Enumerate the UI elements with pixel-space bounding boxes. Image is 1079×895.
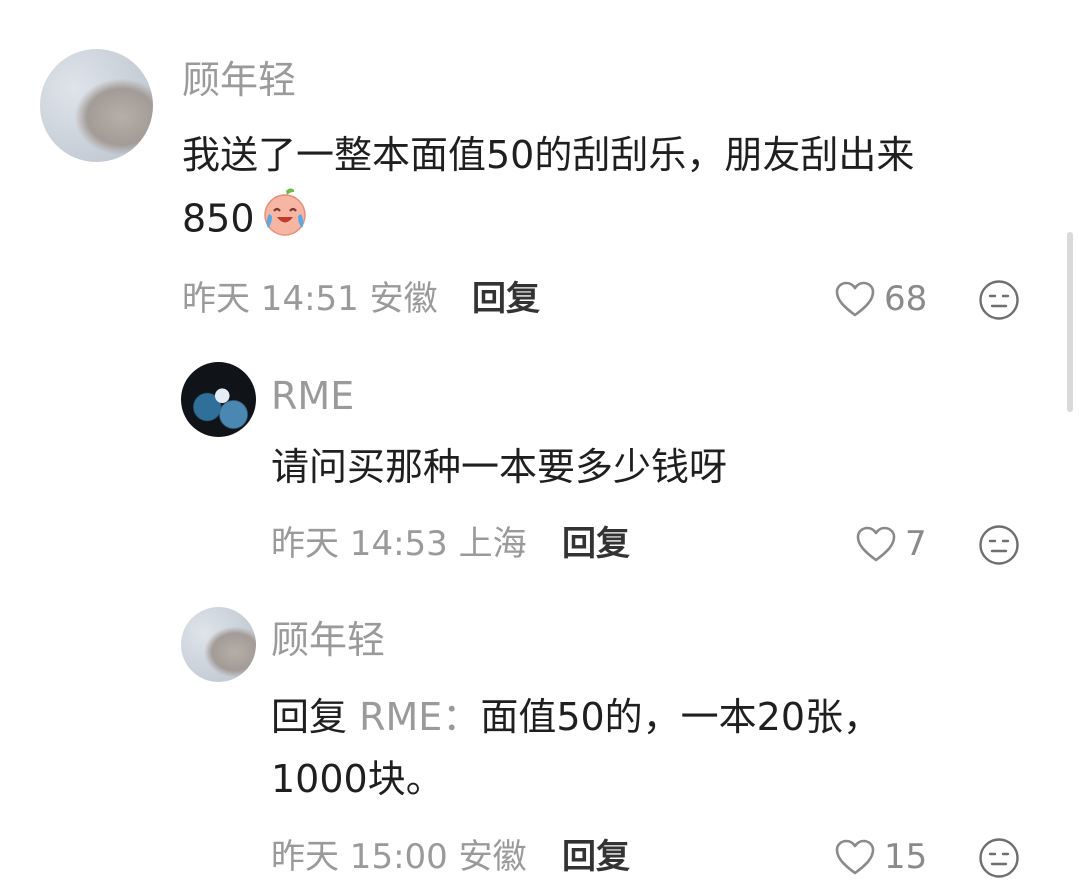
comment-text-line: 回复 RME：面值50的，一本20张， bbox=[271, 686, 881, 748]
reply-prefix: 回复 bbox=[271, 695, 348, 739]
comment-text-line-1: 面值50的，一本20张， bbox=[480, 695, 882, 739]
heart-outline-icon bbox=[856, 526, 896, 562]
reply-to-username[interactable]: RME： bbox=[359, 695, 480, 739]
comment-text: 回复 RME：面值50的，一本20张， 1000块。 bbox=[271, 686, 881, 810]
neutral-face-icon bbox=[979, 838, 1019, 878]
avatar[interactable] bbox=[40, 49, 153, 162]
like-button[interactable]: 7 bbox=[855, 524, 927, 564]
like-count: 15 bbox=[884, 837, 928, 877]
dislike-button[interactable] bbox=[978, 837, 1020, 883]
neutral-face-icon bbox=[979, 280, 1019, 320]
crying-laughing-peach-emoji bbox=[259, 186, 311, 256]
comment-text: 我送了一整本面值50的刮刮乐，朋友刮出来 850 bbox=[182, 124, 914, 256]
avatar[interactable] bbox=[181, 607, 256, 682]
username[interactable]: RME bbox=[271, 374, 354, 418]
username[interactable]: 顾年轻 bbox=[271, 618, 385, 662]
comment-meta: 昨天 14:51 安徽 bbox=[182, 279, 438, 319]
reply-button[interactable]: 回复 bbox=[562, 524, 630, 564]
dislike-button[interactable] bbox=[978, 524, 1020, 570]
comment-meta: 昨天 15:00 安徽 bbox=[271, 837, 527, 877]
heart-outline-icon bbox=[835, 839, 875, 875]
comment-text-line: 850 bbox=[182, 186, 914, 256]
comment-text-line-2: 850 bbox=[182, 196, 255, 241]
scrollbar[interactable] bbox=[1067, 232, 1073, 412]
comment-text-line: 我送了一整本面值50的刮刮乐，朋友刮出来 bbox=[182, 133, 915, 177]
like-count: 68 bbox=[884, 279, 928, 319]
comment-text: 请问买那种一本要多少钱呀 bbox=[271, 445, 728, 489]
reply-button[interactable]: 回复 bbox=[472, 279, 540, 319]
comment-meta: 昨天 14:53 上海 bbox=[271, 524, 527, 564]
like-button[interactable]: 15 bbox=[834, 837, 927, 877]
like-button[interactable]: 68 bbox=[834, 279, 927, 319]
username[interactable]: 顾年轻 bbox=[182, 58, 296, 102]
like-count: 7 bbox=[905, 524, 927, 564]
avatar[interactable] bbox=[181, 362, 256, 437]
reply-button[interactable]: 回复 bbox=[562, 837, 630, 877]
heart-outline-icon bbox=[835, 281, 875, 317]
dislike-button[interactable] bbox=[978, 279, 1020, 325]
neutral-face-icon bbox=[979, 525, 1019, 565]
comment-text-line: 1000块。 bbox=[271, 757, 444, 801]
